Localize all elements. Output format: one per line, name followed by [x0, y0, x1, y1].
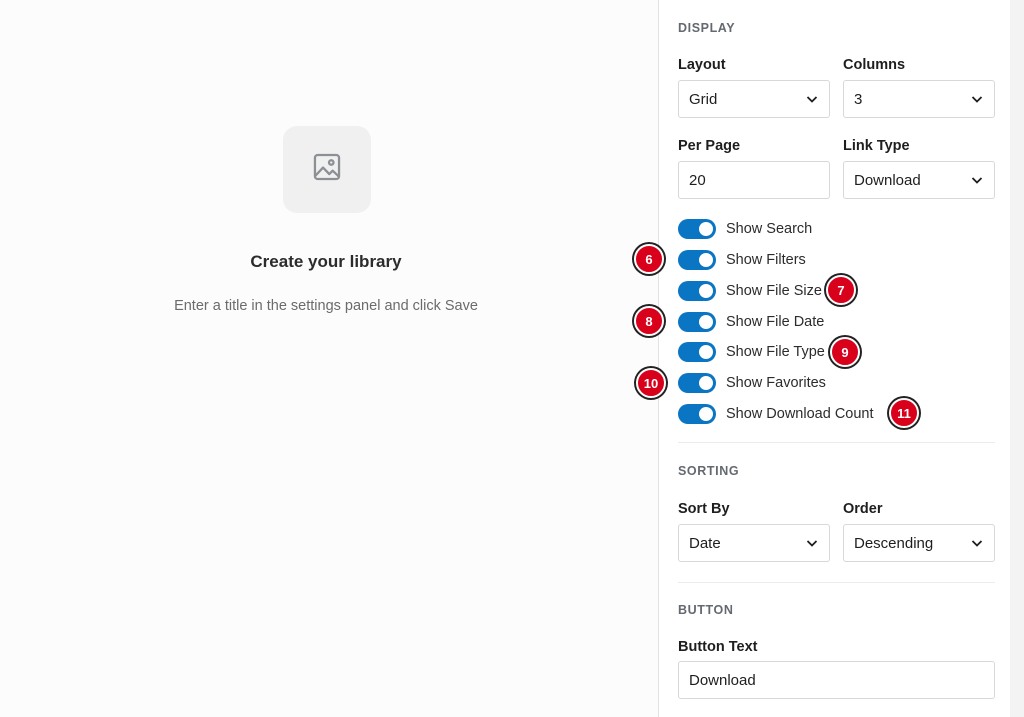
sort-by-label: Sort By [678, 501, 730, 517]
callout-marker: 10 [636, 368, 666, 398]
show-file-size-toggle[interactable] [678, 281, 716, 301]
button-section-title: BUTTON [678, 603, 734, 617]
per-page-label: Per Page [678, 138, 741, 154]
toggle-row-show-favorites: Show Favorites [678, 371, 826, 395]
sort-by-select[interactable]: Date [678, 524, 830, 562]
sort-by-select-value: Date [689, 534, 721, 552]
layout-label: Layout [678, 57, 726, 73]
show-download-count-label: Show Download Count [726, 406, 874, 422]
toggle-row-show-file-date: Show File Date [678, 310, 824, 334]
toggle-row-show-download-count: Show Download Count [678, 402, 874, 426]
toggle-knob [699, 253, 713, 267]
chevron-down-icon [970, 92, 984, 106]
show-favorites-label: Show Favorites [726, 375, 826, 391]
chevron-down-icon [805, 536, 819, 550]
layout-select-value: Grid [689, 90, 718, 108]
empty-state-subtitle: Enter a title in the settings panel and … [174, 298, 478, 314]
callout-marker: 8 [634, 306, 664, 336]
callout-marker: 7 [826, 275, 856, 305]
columns-select[interactable]: 3 [843, 80, 995, 118]
sorting-section-title: SORTING [678, 464, 740, 478]
toggle-row-show-file-type: Show File Type [678, 340, 825, 364]
show-favorites-toggle[interactable] [678, 373, 716, 393]
per-page-input[interactable]: 20 [678, 161, 830, 199]
section-divider [678, 442, 995, 443]
image-placeholder [283, 126, 371, 213]
columns-select-value: 3 [854, 90, 863, 108]
layout-select[interactable]: Grid [678, 80, 830, 118]
columns-label: Columns [843, 57, 906, 73]
show-file-date-label: Show File Date [726, 314, 825, 330]
editor-canvas: Create your library Enter a title in the… [0, 0, 659, 717]
toggle-row-show-file-size: Show File Size [678, 279, 822, 303]
toggle-knob [699, 345, 713, 359]
show-file-type-label: Show File Type [726, 344, 825, 360]
display-section-title: DISPLAY [678, 21, 736, 35]
toggle-row-show-filters: Show Filters [678, 248, 806, 272]
toggle-knob [699, 222, 713, 236]
show-file-size-label: Show File Size [726, 283, 822, 299]
order-label: Order [843, 501, 883, 517]
link-type-select[interactable]: Download [843, 161, 995, 199]
chevron-down-icon [970, 173, 984, 187]
callout-marker: 9 [830, 337, 860, 367]
per-page-value: 20 [689, 171, 706, 189]
toggle-knob [699, 315, 713, 329]
callout-marker: 6 [634, 244, 664, 274]
button-text-value: Download [689, 671, 756, 689]
show-file-date-toggle[interactable] [678, 312, 716, 332]
toggle-knob [699, 407, 713, 421]
order-select-value: Descending [854, 534, 934, 552]
toggle-row-show-search: Show Search [678, 217, 812, 241]
show-filters-label: Show Filters [726, 252, 806, 268]
image-placeholder-icon [310, 150, 344, 189]
link-type-label: Link Type [843, 138, 910, 154]
link-type-select-value: Download [854, 171, 921, 189]
show-search-toggle[interactable] [678, 219, 716, 239]
toggle-knob [699, 284, 713, 298]
button-text-label: Button Text [678, 639, 758, 655]
empty-state-title: Create your library [250, 252, 402, 271]
order-select[interactable]: Descending [843, 524, 995, 562]
chevron-down-icon [970, 536, 984, 550]
show-file-type-toggle[interactable] [678, 342, 716, 362]
show-search-label: Show Search [726, 221, 813, 237]
callout-marker: 11 [889, 398, 919, 428]
show-filters-toggle[interactable] [678, 250, 716, 270]
section-divider [678, 582, 995, 583]
scrollbar-track[interactable] [1010, 0, 1024, 717]
toggle-knob [699, 376, 713, 390]
button-text-input[interactable]: Download [678, 661, 995, 699]
chevron-down-icon [805, 92, 819, 106]
show-download-count-toggle[interactable] [678, 404, 716, 424]
